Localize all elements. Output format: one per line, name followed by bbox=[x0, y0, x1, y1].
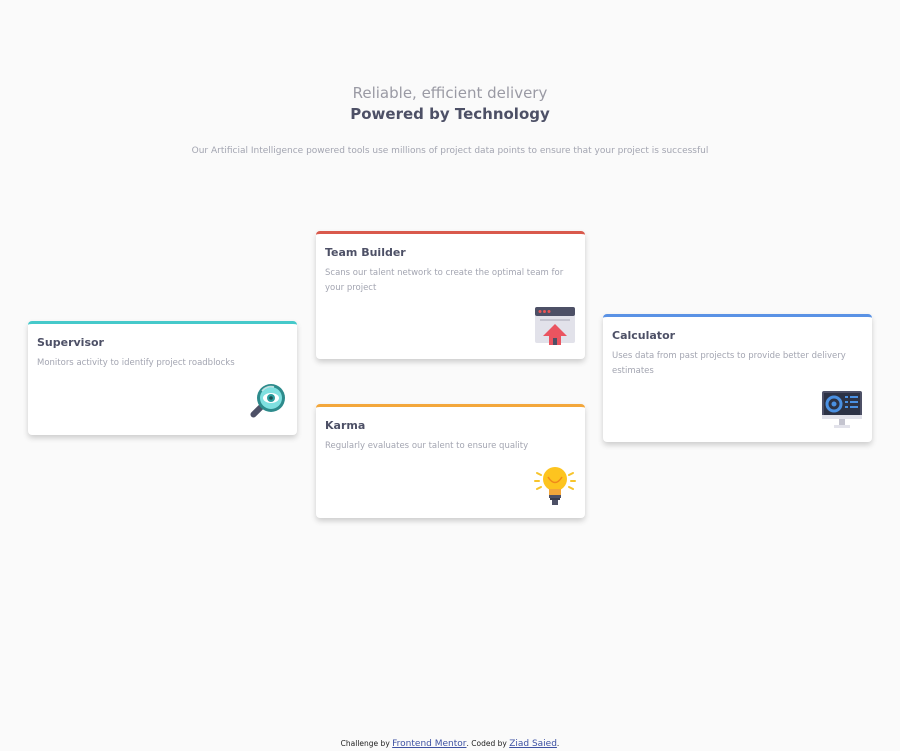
card-description: Regularly evaluates our talent to ensure… bbox=[325, 441, 529, 451]
page-title: Powered by Technology bbox=[350, 105, 550, 123]
intro-text: Our Artificial Intelligence powered tool… bbox=[191, 146, 709, 156]
attribution-suffix: . bbox=[556, 739, 560, 748]
monitor-dashboard-icon bbox=[822, 391, 862, 428]
card-description: Uses data from past projects to provide … bbox=[612, 351, 846, 376]
card-title: Team Builder bbox=[325, 246, 406, 259]
card-description: Scans our talent network to create the o… bbox=[325, 268, 564, 293]
card-title: Calculator bbox=[612, 329, 676, 342]
attribution: Challenge by Frontend Mentor. Coded by Z… bbox=[0, 737, 900, 751]
card-calculator: Calculator Uses data from past projects … bbox=[603, 314, 872, 442]
card-karma: Karma Regularly evaluates our talent to … bbox=[316, 404, 585, 518]
author-link[interactable]: Ziad Saied bbox=[509, 739, 557, 749]
attribution-coded-prefix: . Coded by bbox=[466, 739, 507, 748]
card-description: Monitors activity to identify project ro… bbox=[37, 358, 235, 368]
window-upload-icon bbox=[535, 307, 575, 345]
card-team-builder: Team Builder Scans our talent network to… bbox=[316, 231, 585, 359]
frontend-mentor-link[interactable]: Frontend Mentor bbox=[392, 739, 466, 749]
magnifier-eye-icon bbox=[250, 384, 285, 418]
card-title: Supervisor bbox=[37, 336, 104, 349]
attribution-challenge-prefix: Challenge by bbox=[340, 739, 390, 748]
lightbulb-icon bbox=[534, 467, 576, 505]
card-title: Karma bbox=[325, 419, 366, 432]
header-subtitle: Reliable, efficient delivery bbox=[352, 84, 548, 102]
card-supervisor: Supervisor Monitors activity to identify… bbox=[28, 321, 297, 435]
